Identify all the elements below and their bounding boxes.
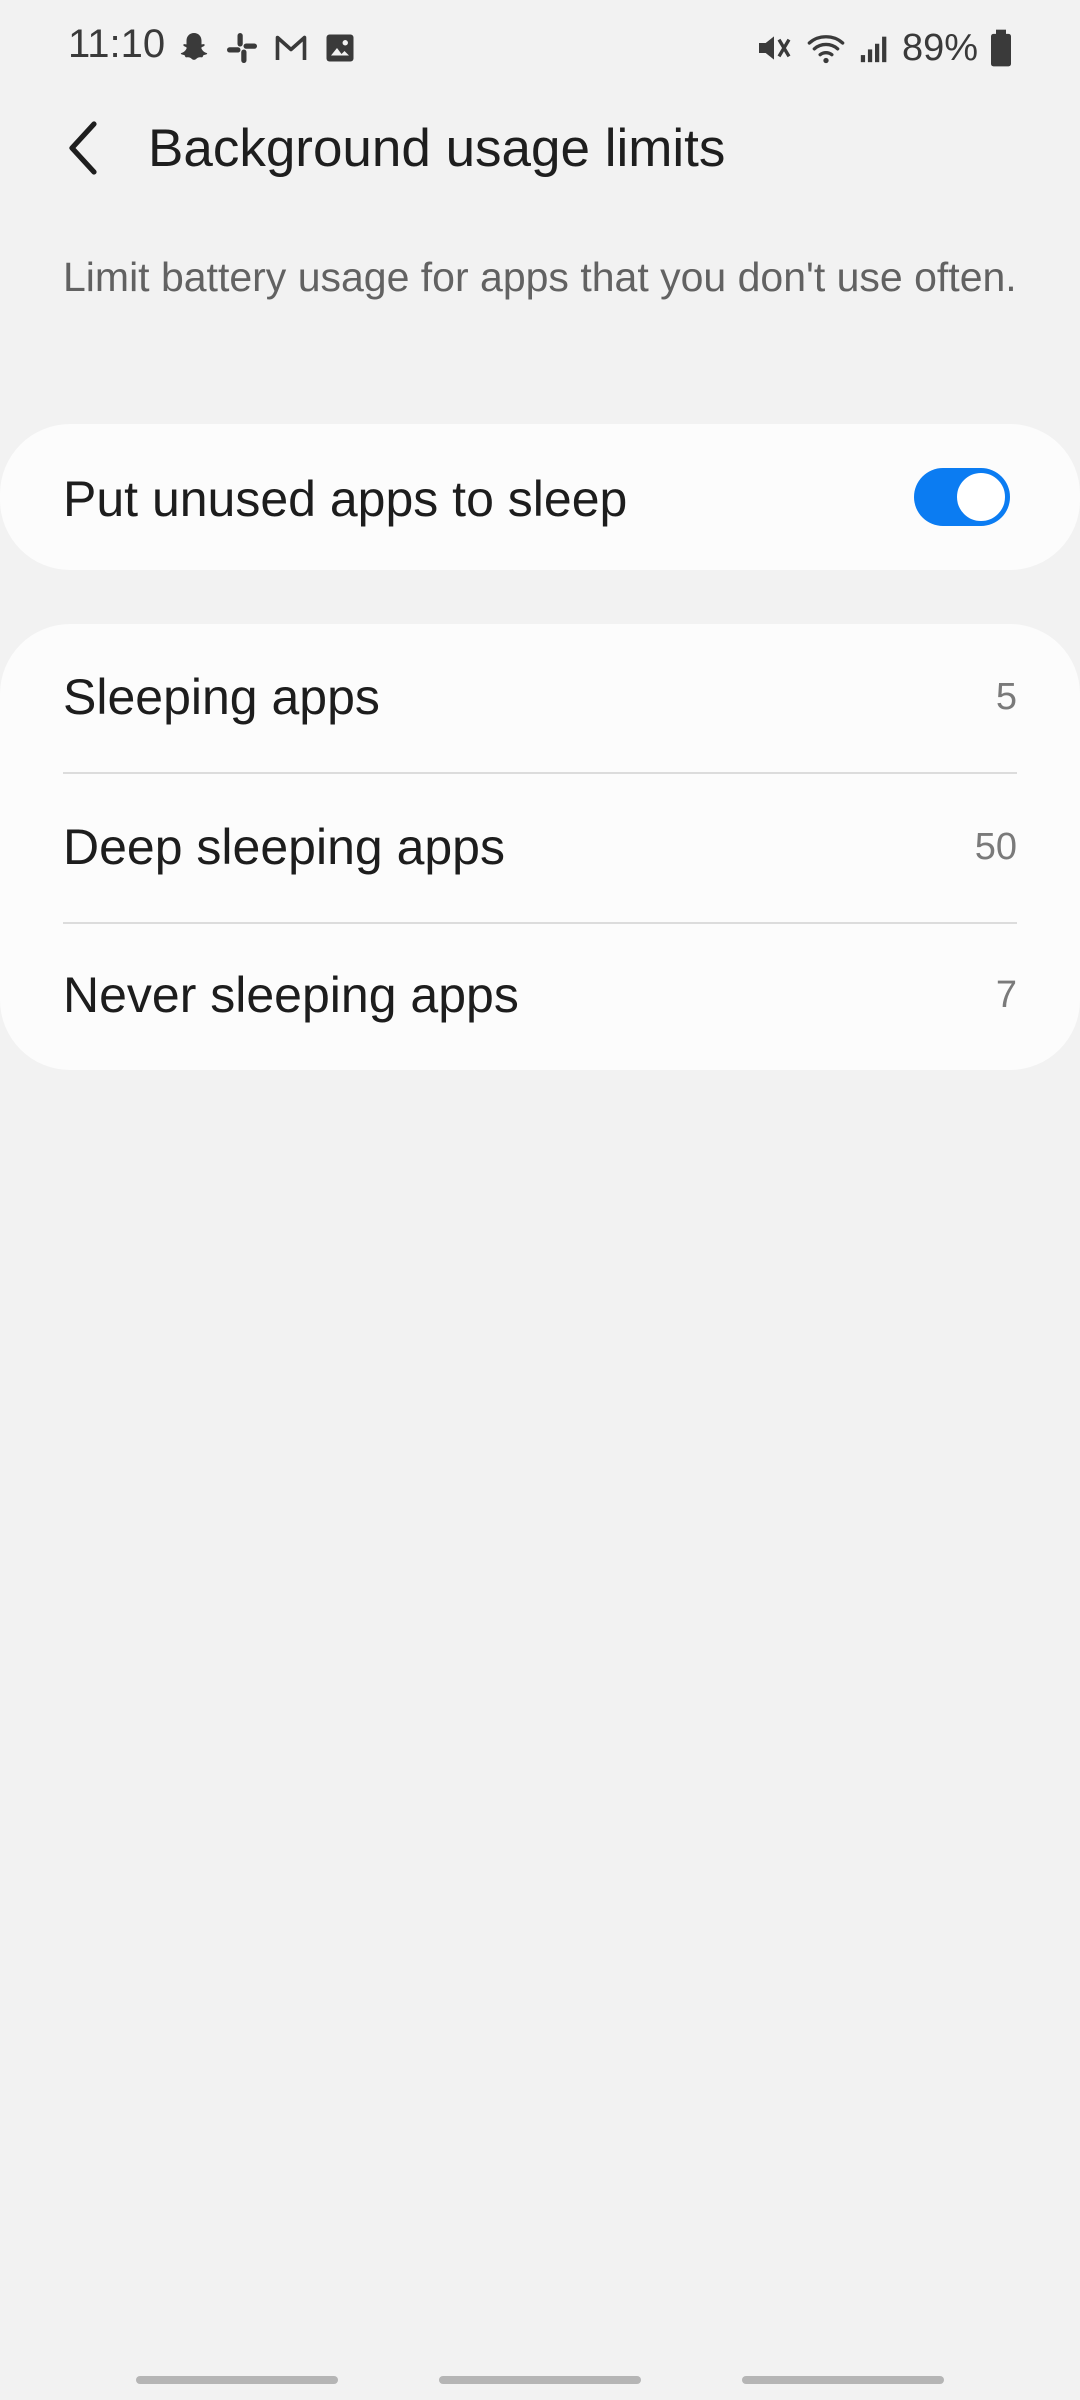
back-button[interactable] xyxy=(48,108,120,192)
status-time: 11:10 xyxy=(68,22,166,66)
list-item-count: 7 xyxy=(995,974,1017,1016)
list-item-label: Sleeping apps xyxy=(63,669,380,725)
list-item-deep-sleeping-apps[interactable]: Deep sleeping apps 50 xyxy=(63,774,1017,924)
sleep-toggle-switch[interactable] xyxy=(914,468,1010,526)
list-item-never-sleeping-apps[interactable]: Never sleeping apps 7 xyxy=(63,922,1017,1072)
list-item-count: 5 xyxy=(995,676,1017,718)
nav-back-button[interactable] xyxy=(742,2376,944,2384)
page-description: Limit battery usage for apps that you do… xyxy=(63,254,1017,300)
battery-percentage: 89% xyxy=(901,26,978,69)
sleeping-apps-list-card: Sleeping apps 5 Deep sleeping apps 50 Ne… xyxy=(0,624,1080,1070)
notification-icons xyxy=(176,28,358,68)
nav-recents-button[interactable] xyxy=(136,2376,338,2384)
sleep-toggle-card[interactable]: Put unused apps to sleep xyxy=(0,424,1080,570)
status-bar: 11:10 89% xyxy=(0,0,1080,96)
vibrate-mute-icon xyxy=(754,28,794,68)
list-item-label: Deep sleeping apps xyxy=(63,819,505,875)
sleep-toggle-label: Put unused apps to sleep xyxy=(63,471,628,527)
slack-icon xyxy=(224,30,260,66)
snapchat-icon xyxy=(176,30,212,66)
navigation-bar xyxy=(0,2360,1080,2400)
gmail-icon xyxy=(272,30,310,66)
toggle-knob xyxy=(954,470,1008,524)
nav-home-button[interactable] xyxy=(439,2376,641,2384)
list-item-label: Never sleeping apps xyxy=(63,967,519,1023)
chevron-left-icon xyxy=(64,118,104,183)
page-title: Background usage limits xyxy=(148,119,726,178)
battery-icon xyxy=(988,28,1014,68)
gallery-icon xyxy=(322,30,358,66)
system-icons: 89% xyxy=(754,22,1014,74)
wifi-icon xyxy=(804,28,848,68)
cell-signal-icon xyxy=(858,29,892,67)
list-item-sleeping-apps[interactable]: Sleeping apps 5 xyxy=(63,624,1017,774)
list-item-count: 50 xyxy=(974,826,1017,868)
